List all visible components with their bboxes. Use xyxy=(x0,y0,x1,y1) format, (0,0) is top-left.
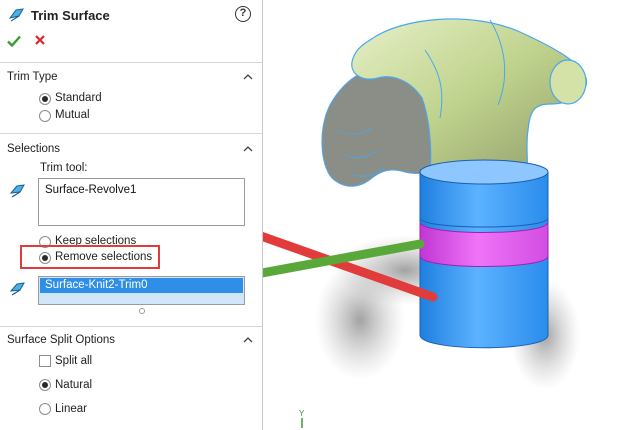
mutual-radio[interactable] xyxy=(39,110,51,122)
panel-title: Trim Surface xyxy=(31,8,110,23)
trim-type-group-title[interactable]: Trim Type xyxy=(7,71,57,83)
natural-label: Natural xyxy=(55,379,93,391)
help-icon[interactable]: ? xyxy=(235,6,251,22)
split-all-label: Split all xyxy=(55,355,93,367)
trim-tool-value[interactable]: Surface-Revolve1 xyxy=(45,184,136,196)
triad-y-label: Y xyxy=(299,409,305,418)
removed-face-list-item[interactable]: Surface-Knit2-Trim0 xyxy=(40,278,243,293)
model-view: Y xyxy=(145,18,588,428)
removed-face-value: Surface-Knit2-Trim0 xyxy=(45,279,148,291)
remove-selections-radio[interactable] xyxy=(39,252,51,264)
panel-header: Trim Surface ? xyxy=(0,0,262,62)
divider xyxy=(0,62,262,63)
surface-split-options-title[interactable]: Surface Split Options xyxy=(7,334,115,346)
graphics-viewport[interactable]: Y xyxy=(145,0,625,430)
chevron-up-icon[interactable] xyxy=(242,72,254,82)
divider xyxy=(0,133,262,134)
trim-surface-icon xyxy=(8,8,24,22)
remove-selections-label: Remove selections xyxy=(55,251,153,263)
chevron-up-icon[interactable] xyxy=(242,144,254,154)
cancel-x-button[interactable] xyxy=(33,33,47,47)
linear-label: Linear xyxy=(55,403,87,415)
linear-radio[interactable] xyxy=(39,403,51,415)
chevron-up-icon[interactable] xyxy=(242,335,254,345)
standard-radio[interactable] xyxy=(39,93,51,105)
trim-tool-label: Trim tool: xyxy=(40,162,88,174)
natural-radio[interactable] xyxy=(39,379,51,391)
selections-group-title[interactable]: Selections xyxy=(7,143,60,155)
removed-surface-icon xyxy=(9,282,25,296)
resize-grip[interactable] xyxy=(139,308,145,314)
triad-icon: Y xyxy=(299,409,305,428)
standard-label: Standard xyxy=(55,92,102,104)
trim-tool-selection-box[interactable]: Surface-Revolve1 xyxy=(38,178,245,226)
removed-faces-selection-box[interactable]: Surface-Knit2-Trim0 xyxy=(38,276,245,305)
divider xyxy=(0,326,262,327)
ok-checkmark-button[interactable] xyxy=(6,33,22,49)
property-manager-panel: Trim Surface ? Trim Type Standard Mutual… xyxy=(0,0,269,430)
mutual-label: Mutual xyxy=(55,109,90,121)
trim-tool-surface-icon xyxy=(9,184,25,198)
split-all-checkbox[interactable] xyxy=(39,355,51,367)
